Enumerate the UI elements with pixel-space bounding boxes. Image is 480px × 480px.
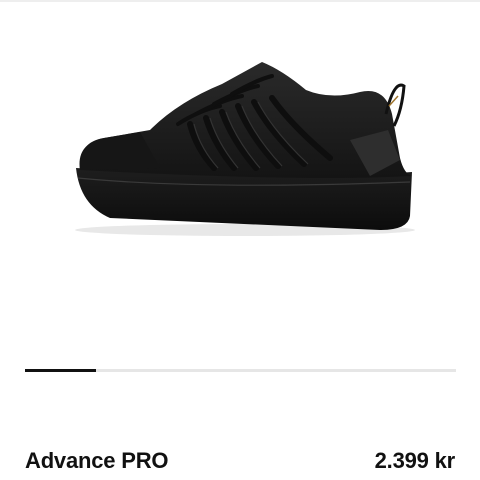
carousel-progress-track[interactable]	[25, 369, 456, 372]
product-card[interactable]: Advance PRO 2.399 kr	[0, 0, 480, 480]
top-divider	[0, 0, 480, 2]
product-name[interactable]: Advance PRO	[25, 448, 168, 474]
carousel-progress-indicator	[25, 369, 97, 372]
product-price: 2.399 kr	[374, 448, 456, 473]
shoe-icon	[75, 62, 415, 236]
product-image[interactable]	[0, 40, 480, 260]
